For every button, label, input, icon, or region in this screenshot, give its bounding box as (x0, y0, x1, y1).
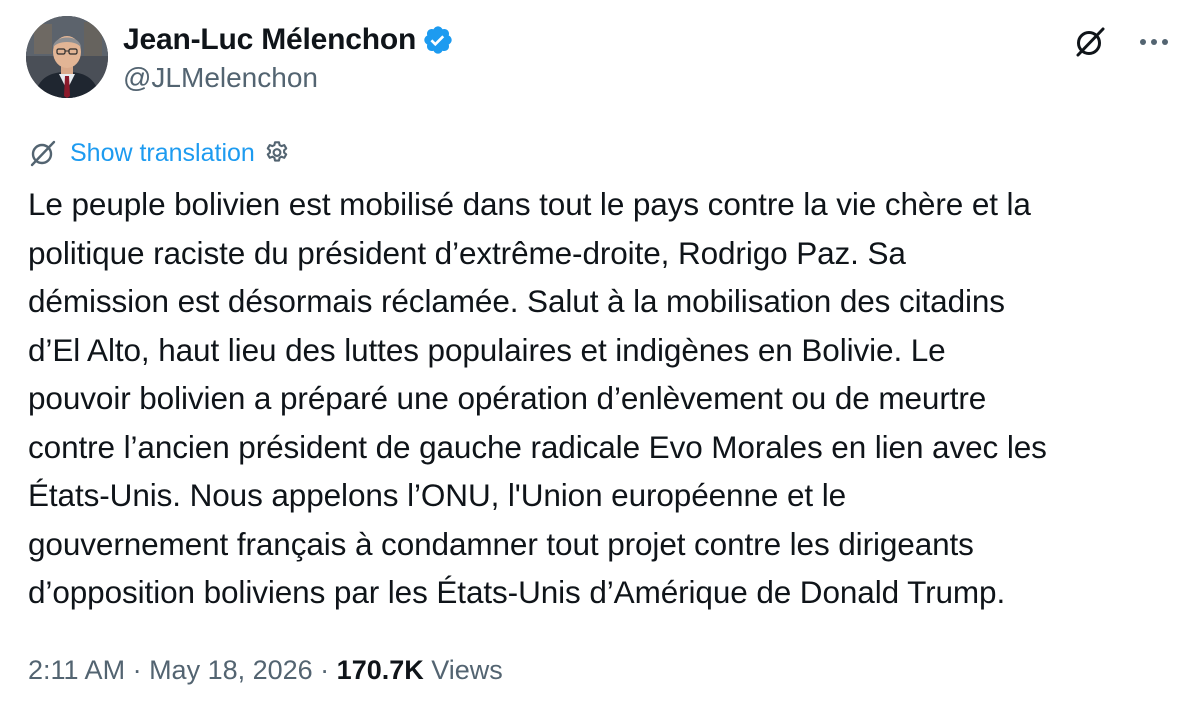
more-options-icon[interactable] (1134, 22, 1174, 62)
views-spacer (424, 655, 432, 686)
tweet: Jean-Luc Mélenchon @JLMelenchon Show tra… (0, 0, 1200, 718)
verified-badge-icon[interactable] (422, 24, 454, 56)
views-count: 170.7K (336, 654, 424, 685)
avatar-image (26, 16, 108, 98)
meta-separator: · (125, 654, 150, 685)
tweet-time[interactable]: 2:11 AM (28, 655, 125, 686)
translation-row: Show translation (28, 137, 291, 169)
translate-icon (28, 138, 58, 168)
tweet-date[interactable]: May 18, 2026 (149, 655, 313, 686)
avatar[interactable] (26, 16, 108, 98)
author-display-name[interactable]: Jean-Luc Mélenchon (123, 23, 416, 57)
tweet-text: Le peuple bolivien est mobilisé dans tou… (28, 186, 1047, 610)
tweet-header-actions (1070, 22, 1174, 62)
meta-separator: · (312, 654, 337, 685)
author-handle[interactable]: @JLMelenchon (123, 62, 318, 94)
tweet-meta: 2:11 AM · May 18, 2026 · 170.7K Views (28, 650, 503, 690)
author-name-row: Jean-Luc Mélenchon (123, 20, 454, 60)
grok-icon[interactable] (1070, 22, 1110, 62)
show-translation-link[interactable]: Show translation (70, 139, 255, 168)
settings-gear-icon[interactable] (263, 139, 291, 167)
views-label: Views (431, 654, 503, 685)
